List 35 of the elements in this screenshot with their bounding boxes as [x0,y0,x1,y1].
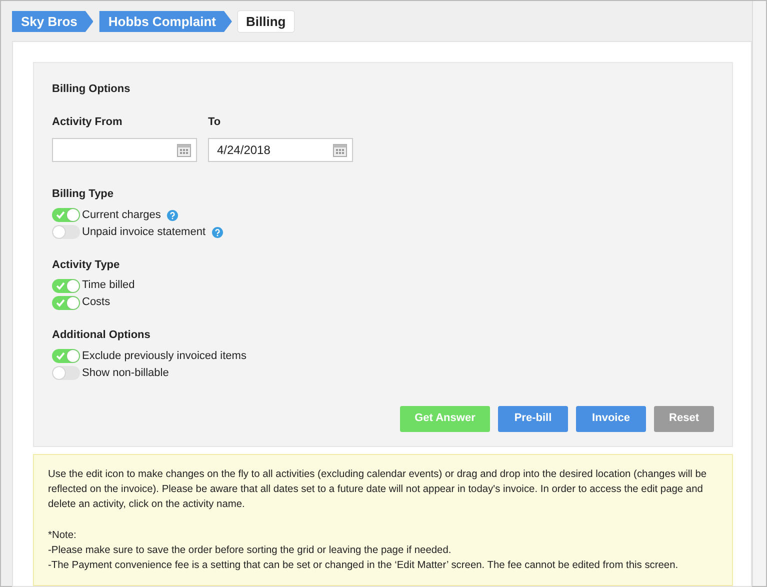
option-label: Time billed [82,278,135,294]
section-title: Billing Options [52,82,132,97]
option-label: Current charges [82,208,161,223]
option-label: Unpaid invoice statement [82,224,206,240]
toggle-switch[interactable] [52,225,80,239]
toggle-switch[interactable] [52,366,80,380]
option-label: Costs [82,295,110,310]
toggle-switch[interactable] [52,349,80,363]
checkmark-icon [56,352,65,360]
breadcrumb-item[interactable]: Billing [238,11,294,32]
group-title: Activity Type [52,258,121,272]
calendar-icon[interactable] [177,143,191,157]
date-field[interactable]: 4/24/2018 [208,138,353,162]
option-label: Exclude previously invoiced items [82,348,246,364]
field-label: Activity From [52,114,124,130]
date-field[interactable] [52,138,197,162]
breadcrumb-item[interactable]: Sky Bros [12,11,94,32]
group-title: Billing Type [52,187,115,202]
field-label: To [208,114,222,130]
note-line: *Note: [48,528,78,542]
toggle-switch[interactable] [52,208,80,222]
action-button[interactable]: Pre-bill [498,406,568,432]
action-button[interactable]: Get Answer [400,406,490,432]
action-button[interactable]: Reset [654,406,714,432]
toggle-switch[interactable] [52,296,80,310]
group-title: Additional Options [52,328,152,343]
breadcrumb-item[interactable]: Hobbs Complaint [99,11,232,32]
note-line: -Please make sure to save the order before sorting the grid or leaving the page if needed. [48,544,452,558]
checkmark-icon [56,211,65,219]
note-line: -The Payment convenience fee is a setting that can be set or changed in the ‘Edit Matter’ screen. The fee cannot be edited from this screen. [48,558,680,572]
option-label: Show non-billable [82,366,169,381]
action-button[interactable]: Invoice [576,406,646,432]
calendar-icon[interactable] [333,143,347,157]
note-paragraph: Use the edit icon to make changes on the fly to all activities (excluding calendar events) or drag and drop into the desired location (changes will be reflected on the invoice). Please be aware that all dates set to a future date will not appear in today's invoice. In order to access the edit page and delete an activity, click on the activity name. [48,468,708,512]
toggle-switch[interactable] [52,278,80,292]
